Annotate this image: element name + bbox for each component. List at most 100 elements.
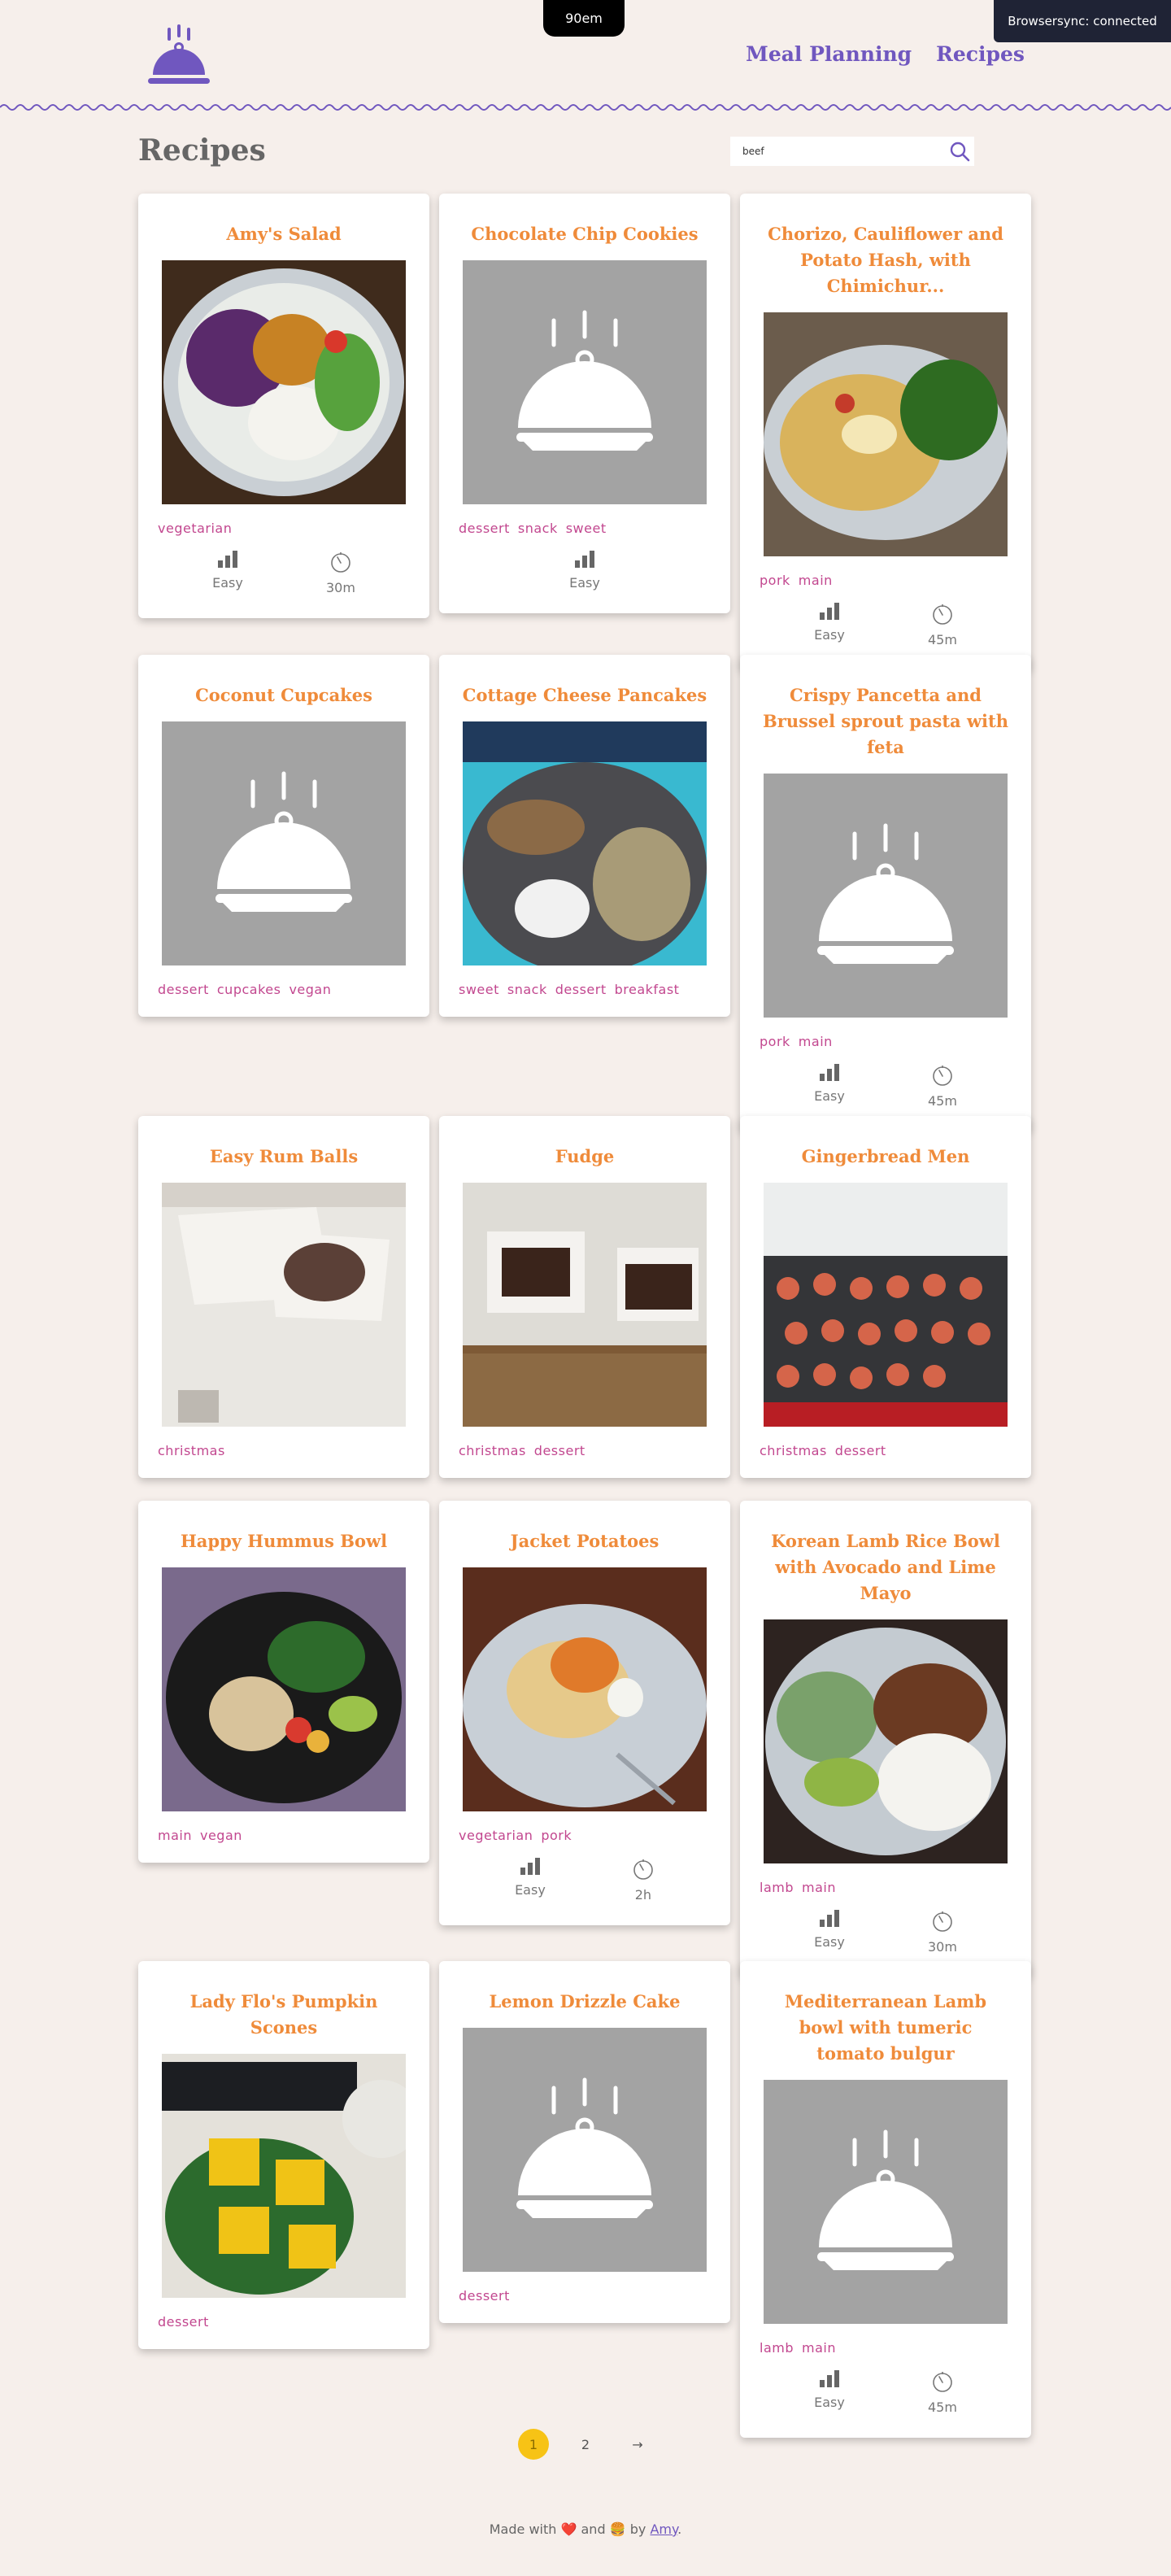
recipe-card[interactable]: Lemon Drizzle Cake dessert [439,1961,730,2323]
recipe-photo[interactable] [162,1567,406,1811]
recipe-card[interactable]: Coconut Cupcakes dessert cupcakes vegan [138,655,429,1017]
recipe-title[interactable]: Lady Flo's Pumpkin Scones [161,1989,407,2041]
tag-link[interactable]: christmas [760,1443,827,1458]
recipe-image-placeholder[interactable] [463,2028,707,2272]
recipe-title[interactable]: Jacket Potatoes [462,1528,707,1554]
tag-link[interactable]: vegetarian [459,1828,533,1843]
tag-link[interactable]: dessert [835,1443,886,1458]
tag-link[interactable]: dessert [459,2288,510,2304]
tag-link[interactable]: vegetarian [158,521,232,536]
recipe-photo[interactable] [162,1183,406,1427]
recipe-title[interactable]: Lemon Drizzle Cake [462,1989,707,2015]
tag-link[interactable]: dessert [555,982,607,997]
recipe-card[interactable]: Happy Hummus Bowl main vegan [138,1501,429,1863]
tag-link[interactable]: dessert [534,1443,586,1458]
cloche-logo-icon[interactable] [145,24,213,93]
recipe-title[interactable]: Mediterranean Lamb bowl with tumeric tom… [763,1989,1008,2067]
recipe-card[interactable]: Jacket Potatoes vegetarian pork Easy 2h [439,1501,730,1925]
card-spacer [138,1458,429,1478]
nav-meal-planning[interactable]: Meal Planning [746,42,912,66]
tag-link[interactable]: pork [760,1034,790,1049]
difficulty-label: Easy [814,627,845,643]
recipe-title[interactable]: Happy Hummus Bowl [161,1528,407,1554]
tag-link[interactable]: sweet [459,982,499,997]
tag-link[interactable]: pork [541,1828,572,1843]
author-link[interactable]: Amy [650,2522,677,2537]
tag-link[interactable]: cupcakes [217,982,281,997]
recipe-photo[interactable] [764,1619,1008,1863]
recipe-photo[interactable] [463,1183,707,1427]
difficulty-bars-icon [217,551,237,568]
recipe-image-placeholder[interactable] [764,2080,1008,2324]
card-spacer [138,2330,429,2349]
tag-link[interactable]: main [802,2340,836,2356]
tag-link[interactable]: main [158,1828,192,1843]
search-input[interactable] [730,137,945,165]
recipe-card[interactable]: Amy's Salad vegetarian Easy 30m [138,194,429,618]
tag-link[interactable]: snack [507,982,547,997]
tag-link[interactable]: sweet [566,521,607,536]
recipe-title[interactable]: Korean Lamb Rice Bowl with Avocado and L… [763,1528,1008,1606]
top-bar: 90em Meal Planning Recipes Browsersync: … [0,0,1171,114]
recipe-photo[interactable] [764,312,1008,556]
recipe-photo[interactable] [463,1567,707,1811]
recipe-title[interactable]: Fudge [462,1144,707,1170]
tag-link[interactable]: breakfast [615,982,680,997]
recipe-card[interactable]: Fudge christmas dessert [439,1116,730,1478]
next-page-arrow-icon[interactable]: → [622,2429,653,2460]
recipe-card[interactable]: Easy Rum Balls christmas [138,1116,429,1478]
recipe-card[interactable]: Mediterranean Lamb bowl with tumeric tom… [740,1961,1031,2438]
page-1-button[interactable]: 1 [518,2429,549,2460]
recipe-card[interactable]: Lady Flo's Pumpkin Scones dessert [138,1961,429,2349]
tag-link[interactable]: christmas [459,1443,526,1458]
recipe-card[interactable]: Korean Lamb Rice Bowl with Avocado and L… [740,1501,1031,1977]
tag-link[interactable]: vegan [200,1828,242,1843]
recipe-title[interactable]: Gingerbread Men [763,1144,1008,1170]
recipe-card[interactable]: Cottage Cheese Pancakes sweet snack dessert… [439,655,730,1017]
recipe-photo[interactable] [162,2054,406,2298]
tag-link[interactable]: dessert [158,2314,209,2330]
tag-link[interactable]: main [799,1034,833,1049]
nav-recipes[interactable]: Recipes [936,42,1025,66]
tag-link[interactable]: pork [760,573,790,588]
recipe-meta: Easy 45m [773,1064,999,1109]
recipe-image-placeholder[interactable] [463,260,707,504]
placeholder-cloche-icon [516,310,653,451]
recipe-title[interactable]: Chocolate Chip Cookies [462,221,707,247]
tag-link[interactable]: main [799,573,833,588]
recipe-image-placeholder[interactable] [162,721,406,965]
recipe-tags: vegetarian [158,521,410,536]
recipe-card[interactable]: Chorizo, Cauliflower and Potato Hash, wi… [740,194,1031,670]
recipe-image-placeholder[interactable] [764,774,1008,1018]
browsersync-badge: Browsersync: connected [994,0,1171,42]
recipe-card[interactable]: Chocolate Chip Cookies dessert snack sweet E… [439,194,730,613]
recipe-card[interactable]: Crispy Pancetta and Brussel sprout pasta… [740,655,1031,1131]
recipe-photo[interactable] [162,260,406,504]
timer-label: 90em [565,11,603,26]
recipe-photo[interactable] [764,1183,1008,1427]
recipe-title[interactable]: Easy Rum Balls [161,1144,407,1170]
tag-link[interactable]: snack [518,521,558,536]
recipe-title[interactable]: Chorizo, Cauliflower and Potato Hash, wi… [763,221,1008,299]
tag-link[interactable]: dessert [459,521,510,536]
recipe-title[interactable]: Crispy Pancetta and Brussel sprout pasta… [763,682,1008,761]
recipe-photo-image [162,260,406,504]
tag-link[interactable]: main [802,1880,836,1895]
tag-link[interactable]: christmas [158,1443,225,1458]
cook-time: 45m [928,1064,957,1109]
main-nav: Meal Planning Recipes [746,42,1025,66]
tag-link[interactable]: dessert [158,982,209,997]
recipe-tags: dessert [158,2314,410,2330]
search-icon[interactable] [945,137,974,166]
recipe-title[interactable]: Cottage Cheese Pancakes [462,682,707,708]
tag-link[interactable]: vegan [289,982,331,997]
tag-link[interactable]: lamb [760,2340,794,2356]
recipe-tags: pork main [760,573,1012,588]
tag-link[interactable]: lamb [760,1880,794,1895]
recipe-photo[interactable] [463,721,707,965]
recipe-meta: Easy 45m [773,2370,999,2415]
page-2-button[interactable]: 2 [570,2429,601,2460]
recipe-title[interactable]: Coconut Cupcakes [161,682,407,708]
recipe-card[interactable]: Gingerbread Men christmas dessert [740,1116,1031,1478]
recipe-title[interactable]: Amy's Salad [161,221,407,247]
